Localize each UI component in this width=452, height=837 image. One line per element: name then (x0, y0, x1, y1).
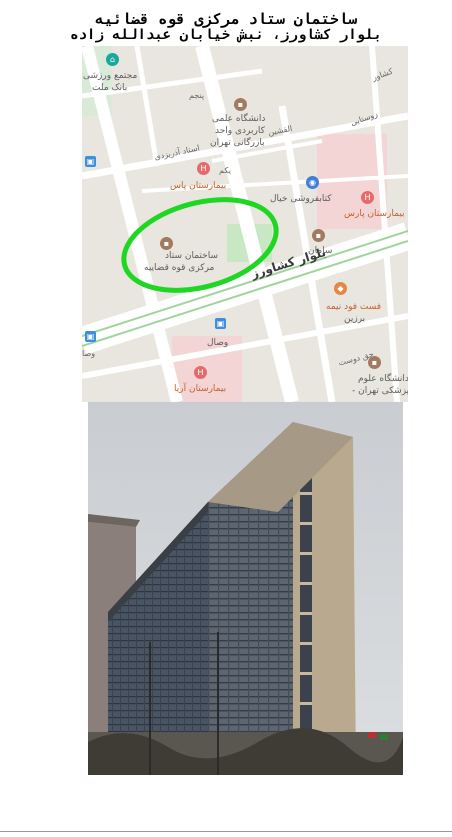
label-vesal: وصال (207, 338, 229, 348)
page-divider (0, 831, 452, 832)
label-hospital-pars: بیمارستان پارس (344, 209, 405, 219)
metro-icon[interactable]: ▣ (85, 331, 96, 342)
label-building-2: مرکزی قوه قضاییه (144, 263, 215, 273)
label-street-panjom: پنجم (189, 91, 205, 100)
university-pin[interactable]: ▪ (234, 98, 247, 111)
hospital-pas-pin[interactable]: H (197, 162, 210, 175)
label-building-1: ساختمان ستاد (165, 251, 218, 261)
label-university-1: دانشگاه علمی (212, 114, 266, 124)
label-hospital-arya: بیمارستان آریا (174, 384, 227, 394)
location-map: ⌂ ▪ H ◉ H ▪ ▪ ◆ ▣ H ▪ ▣ ▣ مجتمع ورزشی با… (82, 46, 408, 402)
label-medical-univ-1: دانشگاه علوم (358, 374, 408, 384)
label-university-3: بازرگانی تهران (210, 138, 265, 148)
bus-stop-icon[interactable]: ▣ (85, 156, 96, 167)
building-pin[interactable]: ▪ (160, 237, 173, 250)
label-sports-1: مجتمع ورزشی (83, 71, 138, 81)
label-sports-2: بانک ملت (92, 83, 128, 93)
office-tower-illustration (88, 402, 403, 775)
label-saman: سامان (308, 246, 333, 256)
fastfood-pin[interactable]: ◆ (334, 282, 347, 295)
building-photo (88, 402, 403, 775)
label-university-2: کاربردی واحد (215, 126, 265, 136)
label-street-yekom: یکم (219, 166, 231, 175)
sports-complex-pin[interactable]: ⌂ (106, 53, 119, 66)
hospital-pars-pin[interactable]: H (361, 191, 374, 204)
saman-pin[interactable]: ▪ (312, 229, 325, 242)
label-fastfood-1: فست فود نیمه (326, 302, 382, 312)
document-subtitle: بلوار کشاورز، نبش خیابان عبدالله زاده (70, 27, 382, 43)
document-title: ساختمان ستاد مرکزی قوه قضائیه (95, 10, 357, 28)
label-fastfood-2: برزین (344, 314, 366, 324)
label-street-vesal: وصا (82, 349, 96, 358)
label-hospital-pas: بیمارستان پاس (170, 181, 227, 191)
label-bookstore: کتابفروشی خیال (270, 194, 332, 204)
bookstore-pin[interactable]: ◉ (306, 176, 319, 189)
hospital-arya-pin[interactable]: H (194, 366, 207, 379)
label-medical-univ-2: پزشکی تهران - (352, 386, 408, 396)
vesal-bus-icon[interactable]: ▣ (215, 318, 226, 329)
